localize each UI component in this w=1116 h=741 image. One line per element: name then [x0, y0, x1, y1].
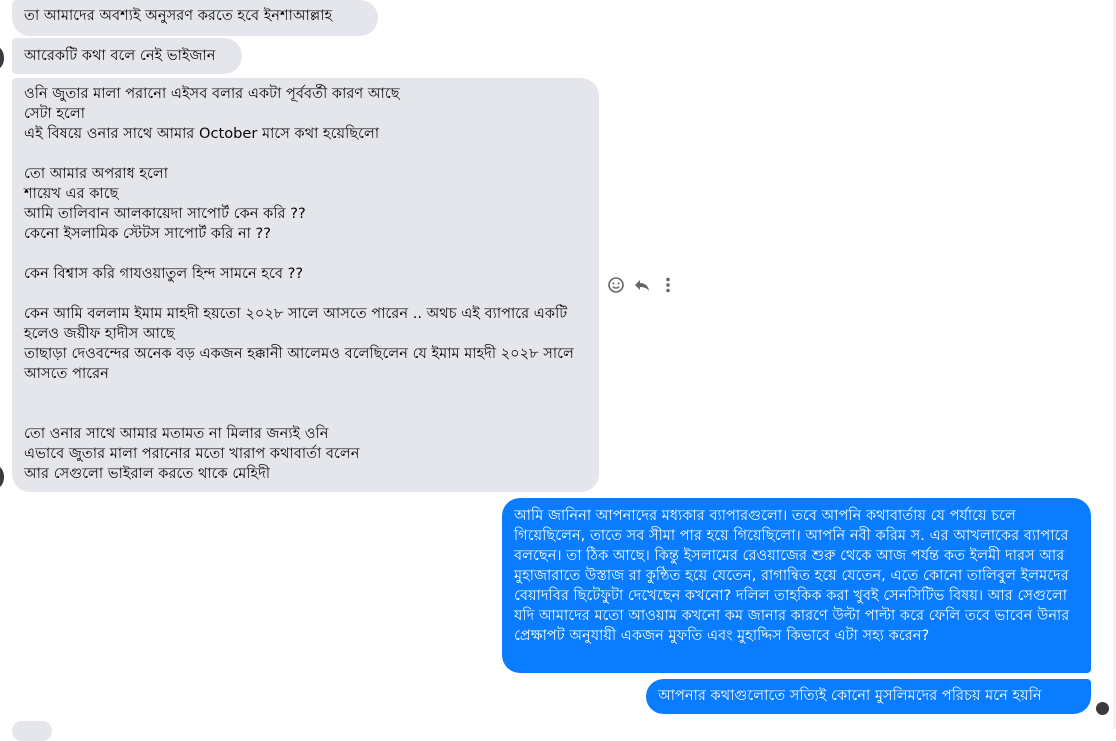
incoming-message[interactable]: আরেকটি কথা বলে নেই ভাইজান [12, 38, 242, 74]
sender-avatar[interactable] [0, 47, 4, 69]
outgoing-message[interactable]: আমি জানিনা আপনাদের মধ্যকার ব্যাপারগুলো। … [502, 498, 1091, 673]
read-receipt-avatar [1096, 702, 1109, 715]
vertical-ellipsis-icon[interactable] [665, 276, 671, 294]
incoming-message[interactable]: ওনি জুতার মালা পরানো এইসব বলার একটা পূর্… [12, 78, 599, 492]
incoming-message[interactable] [12, 721, 52, 741]
incoming-message[interactable]: তা আমাদের অবশ্যই অনুসরণ করতে হবে ইনশাআল্… [12, 0, 378, 36]
smiley-icon[interactable] [607, 276, 625, 294]
outgoing-message[interactable]: আপনার কথাগুলোতে সত্যিই কোনো মুসলিমদের পর… [646, 679, 1091, 714]
message-actions [607, 275, 671, 295]
reply-arrow-icon[interactable] [633, 276, 651, 294]
sender-avatar[interactable] [0, 466, 4, 488]
